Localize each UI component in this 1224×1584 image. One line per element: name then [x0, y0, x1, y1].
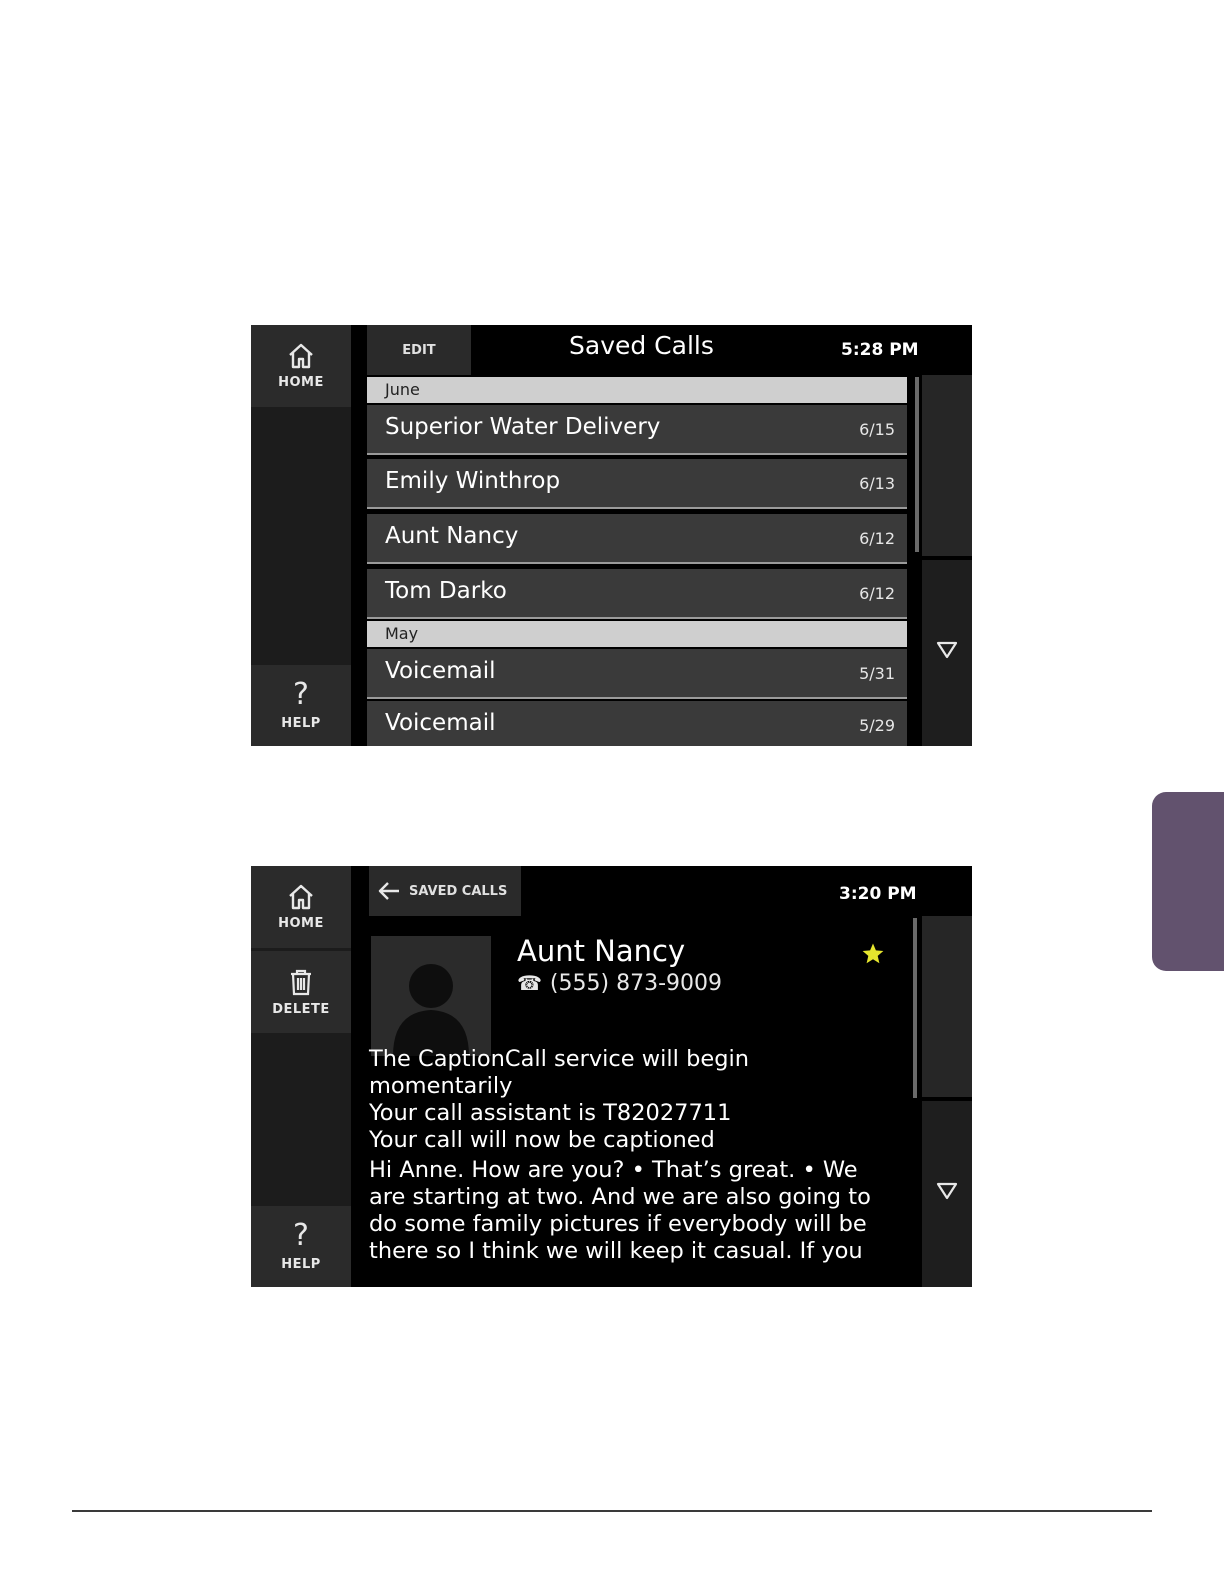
- saved-call-detail-screen: HOME DELETE ? HELP SAVED CALLS 3:20 PM A…: [251, 866, 972, 1287]
- list-item[interactable]: Aunt Nancy 6/12: [367, 514, 907, 564]
- scroll-down-button[interactable]: [922, 1101, 972, 1287]
- item-name: Aunt Nancy: [385, 523, 519, 549]
- caption-line: The CaptionCall service will begin: [369, 1046, 750, 1072]
- item-date: 6/15: [859, 420, 895, 439]
- trash-icon: [291, 969, 311, 995]
- back-label: SAVED CALLS: [409, 883, 508, 899]
- section-side-tab: [1152, 792, 1224, 971]
- caption-line: Your call assistant is T82027711: [369, 1100, 732, 1126]
- caption-line: momentarily: [369, 1073, 513, 1099]
- contact-phone: ☎ (555) 873-9009: [517, 971, 722, 996]
- item-name: Voicemail: [385, 658, 496, 684]
- list-item[interactable]: Superior Water Delivery 6/15: [367, 405, 907, 455]
- item-name: Emily Winthrop: [385, 468, 561, 494]
- item-date: 6/13: [859, 474, 895, 493]
- footer-rule: [72, 1510, 1152, 1512]
- item-date: 6/12: [859, 529, 895, 548]
- group-header-june: June: [367, 377, 907, 403]
- phone-number: (555) 873-9009: [549, 971, 722, 996]
- left-nav-bar: HOME DELETE ? HELP: [251, 866, 351, 1287]
- item-date: 5/31: [859, 664, 895, 683]
- contact-photo: [371, 936, 491, 1056]
- favorite-star-icon[interactable]: [861, 942, 885, 966]
- caption-line: are starting at two. And we are also goi…: [369, 1184, 871, 1210]
- contact-name: Aunt Nancy: [517, 934, 686, 968]
- scroll-down-icon: [936, 1182, 958, 1200]
- caption-line: there so I think we will keep it casual.…: [369, 1238, 863, 1264]
- caption-line: Your call will now be captioned: [369, 1127, 715, 1153]
- saved-calls-screen: HOME ? HELP EDIT Saved Calls 5:28 PM Jun…: [251, 325, 972, 746]
- phone-icon: ☎: [517, 971, 542, 995]
- help-button[interactable]: ? HELP: [251, 1206, 351, 1287]
- item-name: Tom Darko: [385, 578, 507, 604]
- caption-line: do some family pictures if everybody wil…: [369, 1211, 867, 1237]
- list-item[interactable]: Tom Darko 6/12: [367, 569, 907, 619]
- home-icon: [289, 343, 313, 368]
- caption-line: Hi Anne. How are you? • That’s great. • …: [369, 1157, 858, 1183]
- scrollbar-thumb[interactable]: [913, 918, 917, 1098]
- item-name: Voicemail: [385, 710, 496, 736]
- help-button[interactable]: ? HELP: [251, 665, 351, 746]
- delete-label: DELETE: [272, 1001, 330, 1017]
- group-header-may: May: [367, 621, 907, 647]
- back-to-saved-calls-button[interactable]: SAVED CALLS: [369, 866, 521, 916]
- list-item[interactable]: Voicemail 5/31: [367, 649, 907, 699]
- person-silhouette-icon: [393, 964, 469, 1056]
- scroll-down-button[interactable]: [922, 560, 972, 746]
- item-date: 5/29: [859, 716, 895, 735]
- scroll-up-area[interactable]: [922, 916, 972, 1097]
- delete-button[interactable]: DELETE: [251, 951, 351, 1033]
- item-date: 6/12: [859, 584, 895, 603]
- scrollbar-thumb[interactable]: [915, 377, 919, 552]
- left-nav-bar: HOME ? HELP: [251, 325, 351, 746]
- home-label: HOME: [278, 915, 324, 931]
- scroll-up-area[interactable]: [922, 375, 972, 556]
- page-title: Saved Calls: [569, 331, 714, 360]
- item-name: Superior Water Delivery: [385, 414, 661, 440]
- list-item[interactable]: Emily Winthrop 6/13: [367, 459, 907, 509]
- list-item[interactable]: Voicemail 5/29: [367, 701, 907, 746]
- back-arrow-icon: [378, 882, 399, 900]
- clock: 5:28 PM: [841, 340, 919, 360]
- question-icon: ?: [293, 1218, 309, 1253]
- home-icon: [289, 884, 313, 909]
- home-button[interactable]: HOME: [251, 866, 351, 948]
- home-button[interactable]: HOME: [251, 325, 351, 407]
- help-label: HELP: [281, 1257, 321, 1272]
- home-label: HOME: [278, 374, 324, 390]
- help-label: HELP: [281, 716, 321, 731]
- edit-button[interactable]: EDIT: [367, 325, 471, 375]
- question-icon: ?: [293, 677, 309, 712]
- clock: 3:20 PM: [839, 884, 917, 904]
- scroll-down-icon: [936, 641, 958, 659]
